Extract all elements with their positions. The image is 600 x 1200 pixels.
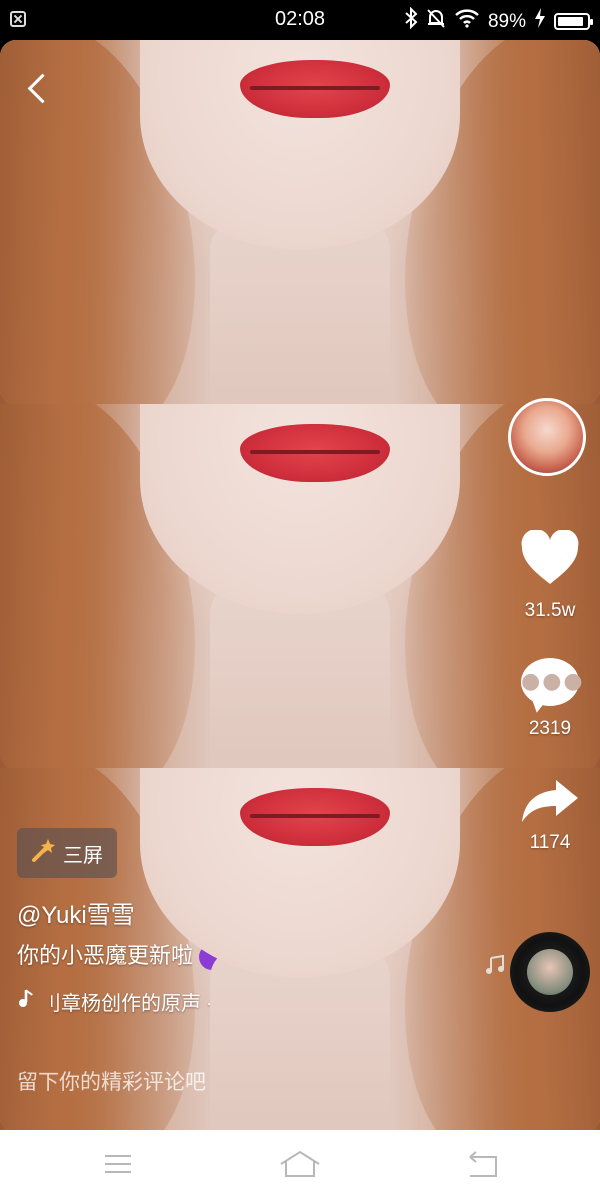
author-username[interactable]: @Yuki雪雪 <box>17 895 135 930</box>
back-nav-icon <box>469 1151 497 1177</box>
app-screen: 02:08 89% 31.5w ●●● 2319 1174 三屏 @Yuki雪雪… <box>0 0 600 1200</box>
video-frame-top <box>0 40 600 404</box>
battery-icon <box>554 13 593 30</box>
music-disc[interactable] <box>510 932 590 1012</box>
like-count: 31.5w <box>524 600 576 621</box>
comment-button[interactable]: ●●● 2319 <box>505 652 595 740</box>
comment-input[interactable]: 留下你的精彩评论吧 <box>17 1066 206 1096</box>
music-note-icon <box>17 989 33 1014</box>
comment-icon: ●●● <box>505 652 595 710</box>
home-icon <box>280 1150 320 1177</box>
back-button[interactable] <box>22 70 58 110</box>
bluetooth-icon <box>404 6 418 36</box>
comment-count: 2319 <box>528 718 572 739</box>
battery-percent: 89% <box>487 10 526 32</box>
video-description-text: 你的小恶魔更新啦 <box>17 944 194 969</box>
notifications-off-icon <box>426 7 446 36</box>
author-avatar[interactable] <box>508 398 586 476</box>
charging-icon <box>534 8 546 35</box>
floating-notes-icon <box>484 954 506 981</box>
effect-tag-label: 三屏 <box>63 842 103 867</box>
share-icon <box>505 776 595 830</box>
heart-icon <box>505 529 595 598</box>
status-icons: 89% <box>404 6 593 36</box>
magic-wand-icon <box>31 838 57 868</box>
recent-apps-button[interactable] <box>78 1130 158 1200</box>
wifi-icon <box>454 8 480 35</box>
share-count: 1174 <box>529 832 571 853</box>
system-nav-bar <box>0 1130 600 1200</box>
like-button[interactable]: 31.5w <box>505 529 595 622</box>
effect-tag[interactable]: 三屏 <box>17 828 117 878</box>
status-bar: 02:08 89% <box>0 0 600 40</box>
home-button[interactable] <box>260 1130 340 1200</box>
music-cover <box>527 949 573 995</box>
back-nav-button[interactable] <box>442 1130 522 1200</box>
share-button[interactable]: 1174 <box>505 776 595 854</box>
